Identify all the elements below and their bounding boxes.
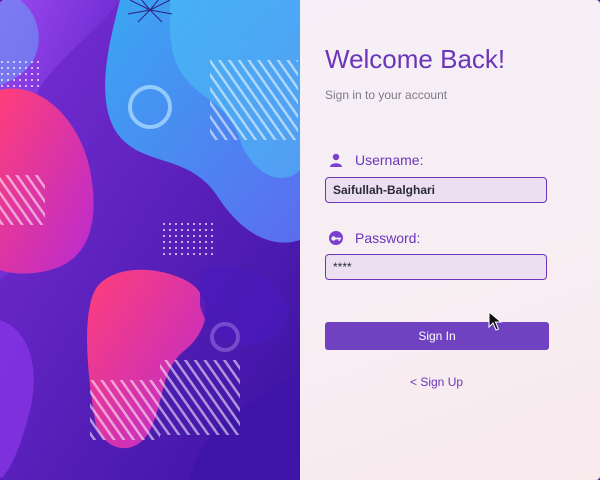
key-icon [327,229,345,247]
login-panel: Welcome Back! Sign in to your account Us… [300,0,600,480]
mouse-cursor-icon [488,311,503,331]
password-label-row: Password: [327,229,420,247]
decorative-abstract-art [0,0,300,480]
password-label: Password: [355,230,421,246]
username-label-row: Username: [327,151,423,169]
password-field[interactable] [325,254,547,280]
page-title: Welcome Back! [325,44,506,74]
username-field[interactable] [325,177,547,203]
username-label: Username: [355,152,424,168]
sign-up-link[interactable]: < Sign Up [410,375,463,389]
user-icon [327,151,345,169]
login-window: Welcome Back! Sign in to your account Us… [0,0,600,480]
sign-in-button[interactable]: Sign In [325,322,549,350]
page-subtitle: Sign in to your account [325,88,448,102]
